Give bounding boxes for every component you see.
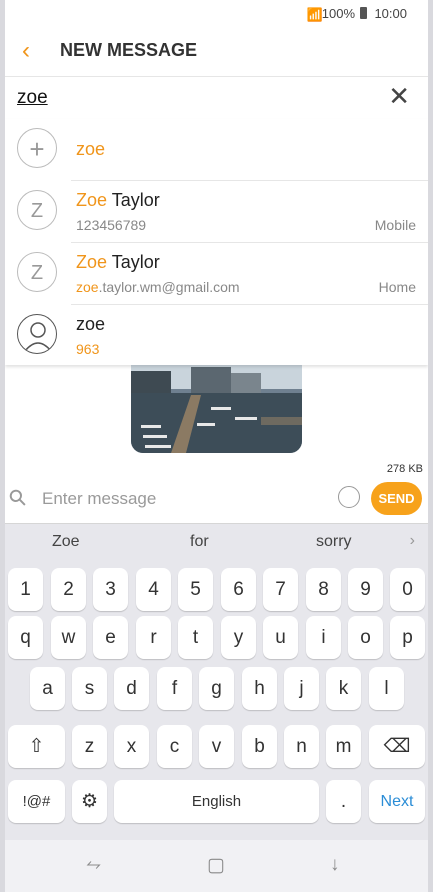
add-icon: + — [17, 128, 57, 168]
battery-icon — [360, 7, 367, 19]
emoji-icon[interactable] — [338, 486, 360, 508]
shift-key[interactable]: ⇧ — [8, 725, 65, 768]
key[interactable]: p — [390, 616, 425, 659]
key[interactable]: o — [348, 616, 383, 659]
page-title: NEW MESSAGE — [60, 40, 198, 60]
suggestion-detail: 963 — [76, 341, 100, 357]
suggestion-detail: zoe.taylor.wm@gmail.com — [76, 279, 240, 295]
attachment-size: 278 KB — [386, 463, 423, 475]
attached-image[interactable] — [131, 365, 302, 453]
signal-icon: 📶 — [306, 7, 323, 22]
close-icon[interactable]: ✕ — [388, 81, 410, 112]
suggestion-name: zoe — [76, 314, 106, 334]
prediction-1[interactable]: Zoe — [52, 533, 80, 551]
key[interactable]: 0 — [390, 568, 425, 611]
key[interactable]: 4 — [136, 568, 171, 611]
back-icon[interactable]: ‹ — [22, 37, 30, 65]
avatar: Z — [17, 252, 57, 292]
suggestion-name: Zoe Taylor — [76, 190, 160, 210]
avatar-person-icon — [17, 314, 57, 354]
space-key[interactable]: English — [114, 780, 319, 823]
suggestion-type: Mobile — [374, 217, 416, 233]
key[interactable]: b — [242, 725, 277, 768]
settings-key-gear-icon[interactable]: ⚙ — [72, 780, 107, 823]
key[interactable]: 6 — [221, 568, 256, 611]
contact-suggestions: + zoe Z Zoe Taylor 123456789 Mobile Z Zo… — [5, 119, 428, 365]
suggestion-zoe-963[interactable]: zoe 963 — [5, 305, 428, 367]
key[interactable]: g — [199, 667, 234, 710]
key[interactable]: k — [326, 667, 361, 710]
key[interactable]: 7 — [263, 568, 298, 611]
key[interactable]: 1 — [8, 568, 43, 611]
suggestion-add-number[interactable]: + zoe — [5, 119, 428, 181]
suggestion-name: Zoe Taylor — [76, 252, 160, 272]
key[interactable]: 5 — [178, 568, 213, 611]
symbols-key[interactable]: !@# — [8, 780, 65, 823]
key[interactable]: s — [72, 667, 107, 710]
key[interactable]: 3 — [93, 568, 128, 611]
chevron-right-icon[interactable]: › — [410, 532, 415, 550]
suggestion-type: Home — [378, 279, 416, 295]
key[interactable]: q — [8, 616, 43, 659]
suggestion-detail: 123456789 — [76, 217, 147, 233]
key[interactable]: 8 — [306, 568, 341, 611]
suggestion-zoe-mobile[interactable]: Z Zoe Taylor 123456789 Mobile — [5, 181, 428, 243]
key[interactable]: l — [369, 667, 404, 710]
message-composer: ⚲ Enter message SEND — [0, 476, 433, 522]
device-edge-right — [428, 0, 433, 892]
keyboard: Zoe for sorry › 1 2 3 4 5 6 7 8 9 0 q w … — [0, 523, 433, 841]
key[interactable]: e — [93, 616, 128, 659]
key[interactable]: w — [51, 616, 86, 659]
key[interactable]: d — [114, 667, 149, 710]
avatar: Z — [17, 190, 57, 230]
key[interactable]: x — [114, 725, 149, 768]
recipient-field[interactable]: zoe ✕ — [5, 76, 428, 120]
key[interactable]: m — [326, 725, 361, 768]
key[interactable]: j — [284, 667, 319, 710]
recipient-input[interactable]: zoe — [17, 87, 48, 109]
send-button[interactable]: SEND — [371, 482, 422, 515]
next-key[interactable]: Next — [369, 780, 425, 823]
key[interactable]: v — [199, 725, 234, 768]
period-key[interactable]: . — [326, 780, 361, 823]
key[interactable]: r — [136, 616, 171, 659]
key[interactable]: a — [30, 667, 65, 710]
suggestion-name: zoe — [76, 139, 106, 159]
key[interactable]: t — [178, 616, 213, 659]
backspace-key[interactable]: ⌫ — [369, 725, 425, 768]
conversation-area — [0, 365, 433, 458]
key[interactable]: 9 — [348, 568, 383, 611]
status-time: 10:00 — [374, 6, 407, 21]
key[interactable]: u — [263, 616, 298, 659]
prediction-bar: Zoe for sorry › — [0, 524, 433, 560]
key[interactable]: n — [284, 725, 319, 768]
phone-screen: 📶 100% 10:00 ‹ NEW MESSAGE zoe ✕ + zoe Z… — [0, 0, 433, 892]
device-edge-left — [0, 0, 5, 892]
app-header: ‹ NEW MESSAGE — [0, 28, 433, 74]
prediction-3[interactable]: sorry — [316, 533, 352, 551]
key[interactable]: y — [221, 616, 256, 659]
key[interactable]: i — [306, 616, 341, 659]
key[interactable]: f — [157, 667, 192, 710]
navigation-bar: ⥊ ▢ ↓ — [0, 840, 433, 892]
back-nav-icon[interactable]: ↓ — [330, 854, 340, 876]
prediction-2[interactable]: for — [190, 533, 209, 551]
home-icon[interactable]: ▢ — [207, 854, 225, 877]
key[interactable]: c — [157, 725, 192, 768]
key[interactable]: 2 — [51, 568, 86, 611]
key[interactable]: h — [242, 667, 277, 710]
key[interactable]: z — [72, 725, 107, 768]
recent-apps-icon[interactable]: ⥊ — [86, 854, 101, 876]
attach-icon[interactable]: ⚲ — [3, 483, 33, 513]
status-bar: 📶 100% 10:00 — [0, 0, 433, 28]
battery-percent: 100% — [321, 6, 355, 21]
message-input[interactable]: Enter message — [42, 489, 156, 509]
suggestion-zoe-home[interactable]: Z Zoe Taylor zoe.taylor.wm@gmail.com Hom… — [5, 243, 428, 305]
